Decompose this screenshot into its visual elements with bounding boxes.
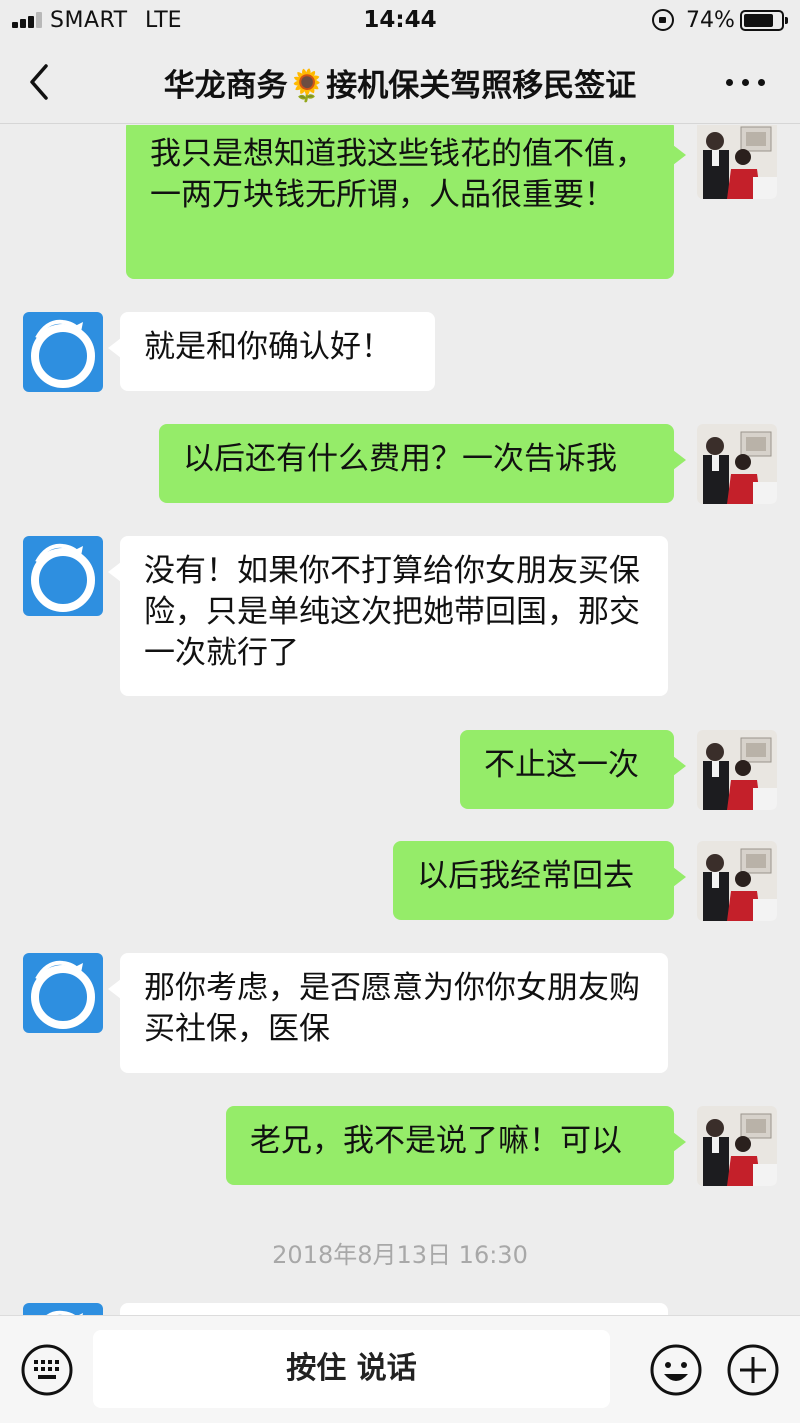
message-text: 以后还有什么费用？一次告诉我 [183,441,617,477]
chat-header: 华龙商务🌻接机保关驾照移民签证 [0,42,800,124]
message-bubble[interactable]: 以后我经常回去 [393,841,686,920]
user-avatar[interactable] [697,125,777,199]
user-avatar[interactable] [697,730,777,810]
message-text: 不止这一次 [484,747,639,783]
message-text: 那你考虑，是否愿意为你你女朋友购买社保，医保 [144,970,640,1047]
chat-timestamp: 2018年8月13日 16:30 [272,1241,528,1269]
message-text: 以后我经常回去 [417,858,634,894]
message-bubble[interactable]: 老兄，我不是说了嘛！可以 [226,1106,686,1185]
add-plus-icon[interactable] [726,1343,780,1397]
message-bubble[interactable]: 不止这一次 [460,730,686,809]
user-avatar[interactable] [697,841,777,921]
message-text: 就是和你确认好！ [144,329,392,365]
more-options-icon[interactable] [716,66,776,98]
message-bubble[interactable]: 我只是想知道我这些钱花的值不值，一两万块钱无所谓，人品很重要！ [126,125,686,279]
message-text: 没有！如果你不打算给你女朋友买保险，只是单纯这次把她带回国，那交一次就行了 [144,553,640,671]
rotation-lock-icon [652,9,674,31]
status-bar: SMART LTE 14:44 74% [0,0,800,42]
chat-title: 华龙商务🌻接机保关驾照移民签证 [163,68,637,104]
battery-icon [740,10,788,31]
hold-to-talk-button[interactable]: 按住 说话 [93,1330,610,1408]
contact-avatar[interactable] [23,536,103,616]
chat-input-bar: 按住 说话 [0,1315,800,1423]
message-bubble[interactable]: 那你考虑，是否愿意为你你女朋友购买社保，医保 [108,953,668,1073]
user-avatar[interactable] [697,424,777,504]
back-chevron-icon[interactable] [22,58,62,106]
chat-message-list[interactable]: 我只是想知道我这些钱花的值不值，一两万块钱无所谓，人品很重要！ 就是和你确认好！… [0,125,800,1315]
message-bubble[interactable]: 以后还有什么费用？一次告诉我 [159,424,686,503]
keyboard-icon[interactable] [20,1343,74,1397]
message-bubble[interactable]: 没有！如果你不打算给你女朋友买保险，只是单纯这次把她带回国，那交一次就行了 [108,536,668,696]
contact-avatar[interactable] [23,1303,103,1315]
contact-avatar[interactable] [23,953,103,1033]
message-text: 我只是想知道我这些钱花的值不值，一两万块钱无所谓，人品很重要！ [150,136,646,213]
status-time: 14:44 [363,7,437,33]
message-bubble[interactable]: 就是和你确认好！ [108,312,435,391]
emoji-smiley-icon[interactable] [649,1343,703,1397]
contact-avatar[interactable] [23,312,103,392]
user-avatar[interactable] [697,1106,777,1186]
message-text: 老兄，我不是说了嘛！可以 [250,1123,622,1159]
battery-percent: 74% [686,8,735,33]
message-bubble[interactable] [120,1303,668,1315]
